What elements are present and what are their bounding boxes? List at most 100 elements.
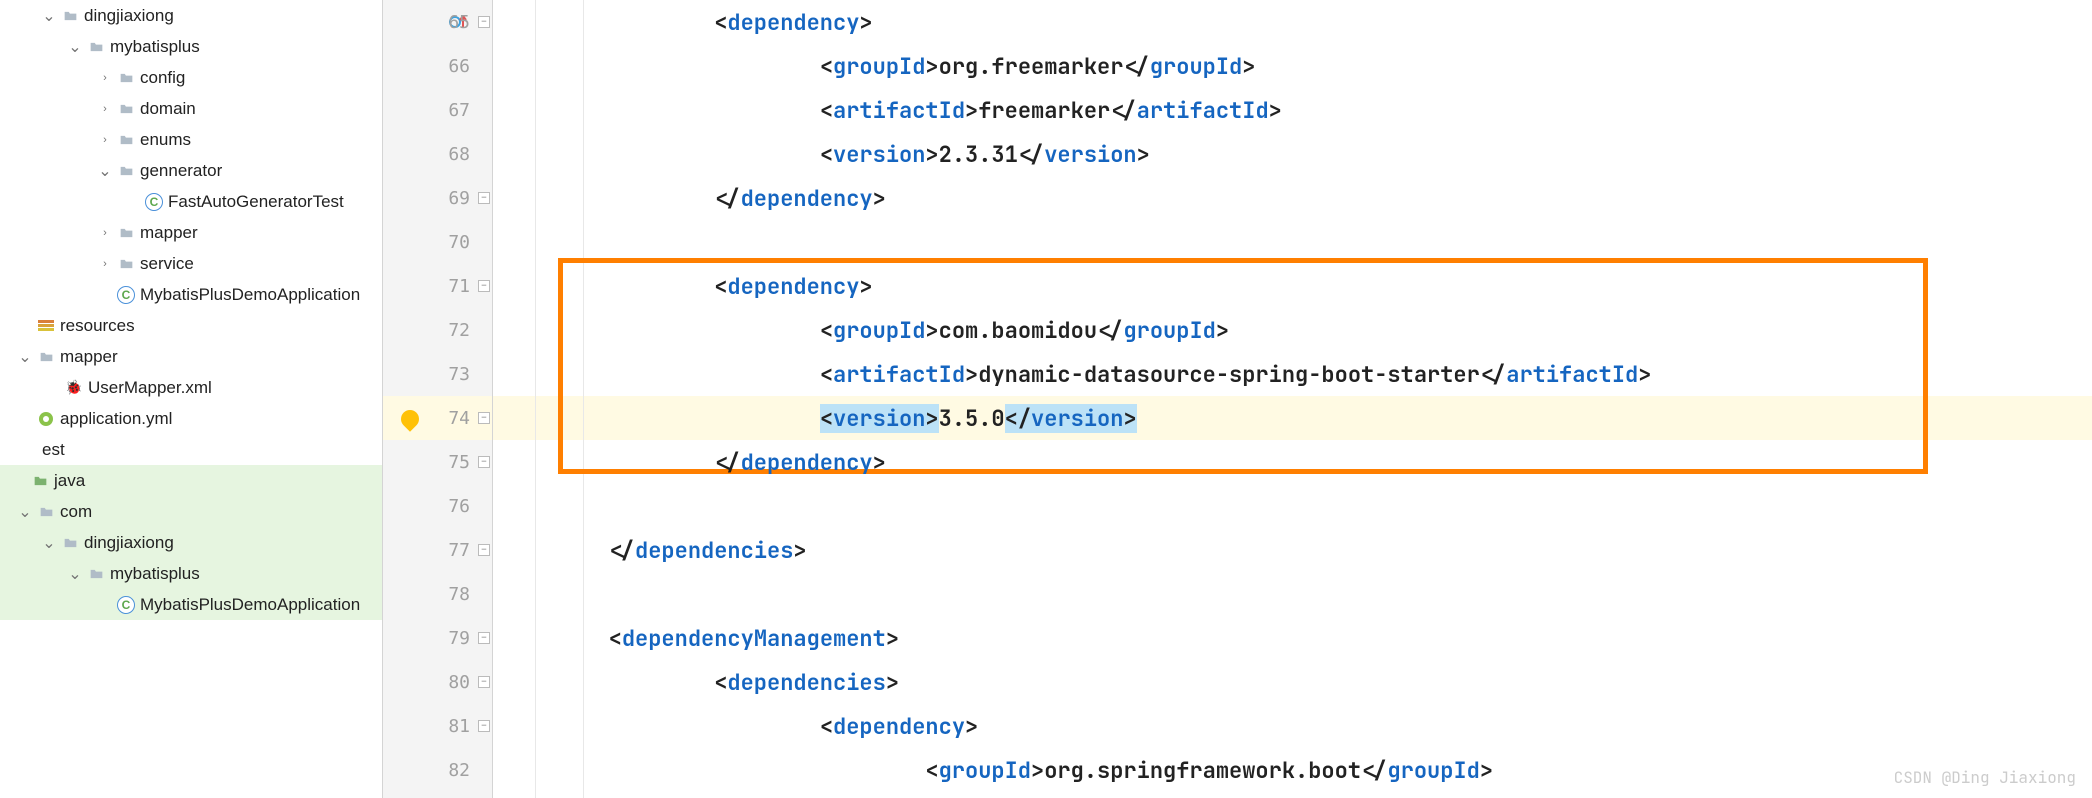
tree-item-label: service	[140, 254, 194, 274]
code-line[interactable]	[493, 484, 503, 528]
code-line[interactable]	[493, 572, 503, 616]
fold-icon[interactable]: −	[478, 632, 490, 644]
tree-item[interactable]: ›domain	[0, 93, 382, 124]
folder-icon	[86, 564, 106, 584]
expand-arrow-icon[interactable]: ›	[98, 72, 112, 84]
expand-arrow-icon[interactable]: ›	[98, 103, 112, 115]
fold-icon[interactable]: −	[478, 456, 490, 468]
folder-icon	[116, 254, 136, 274]
line-number: 82	[383, 748, 492, 792]
code-line[interactable]	[493, 220, 503, 264]
line-number: 75−	[383, 440, 492, 484]
folder-icon	[116, 99, 136, 119]
class-icon: C	[144, 192, 164, 212]
expand-arrow-icon[interactable]: ›	[98, 258, 112, 270]
project-tree[interactable]: ⌄dingjiaxiong⌄mybatisplus›config›domain›…	[0, 0, 383, 798]
line-number: 73	[383, 352, 492, 396]
folder-icon	[116, 161, 136, 181]
expand-arrow-icon[interactable]: ⌄	[68, 37, 82, 57]
expand-arrow-icon[interactable]: ⌄	[18, 347, 32, 367]
code-line[interactable]: </dependency>	[493, 440, 886, 484]
intention-bulb-icon[interactable]	[397, 406, 422, 431]
code-line[interactable]: </dependencies>	[493, 528, 807, 572]
tree-item[interactable]: ⌄ dingjiaxiong	[0, 0, 382, 31]
code-line[interactable]: <groupId>org.springframework.boot</group…	[493, 748, 1493, 792]
tree-item-label: FastAutoGeneratorTest	[168, 192, 344, 212]
code-line[interactable]: </dependency>	[493, 176, 886, 220]
code-line[interactable]: <version>3.5.0</version>	[493, 396, 1137, 440]
folder-icon	[116, 68, 136, 88]
line-number: 67	[383, 88, 492, 132]
tree-item-label: java	[54, 471, 85, 491]
code-line[interactable]: <dependency>	[493, 704, 978, 748]
fold-icon[interactable]: −	[478, 412, 490, 424]
tree-item[interactable]: ⌄gennerator	[0, 155, 382, 186]
line-number: 71−	[383, 264, 492, 308]
folder-icon	[36, 347, 56, 367]
expand-arrow-icon[interactable]: ⌄	[98, 161, 112, 181]
tree-item[interactable]: est	[0, 434, 382, 465]
tree-item[interactable]: 🐞UserMapper.xml	[0, 372, 382, 403]
tree-item[interactable]: CMybatisPlusDemoApplication	[0, 279, 382, 310]
line-number: 79−	[383, 616, 492, 660]
line-number: 69−	[383, 176, 492, 220]
expand-arrow-icon[interactable]: ⌄	[42, 533, 56, 553]
tree-item[interactable]: resources	[0, 310, 382, 341]
tree-item-label: dingjiaxiong	[84, 533, 174, 553]
tree-item[interactable]: ⌄com	[0, 496, 382, 527]
fold-icon[interactable]: −	[478, 720, 490, 732]
tree-item[interactable]: › service	[0, 248, 382, 279]
folder-icon	[60, 533, 80, 553]
line-number: 72	[383, 308, 492, 352]
fold-icon[interactable]: −	[478, 544, 490, 556]
tree-item-label: mapper	[140, 223, 198, 243]
code-line[interactable]: <artifactId>dynamic-datasource-spring-bo…	[493, 352, 1651, 396]
tree-item[interactable]: › config	[0, 62, 382, 93]
fold-icon[interactable]: −	[478, 676, 490, 688]
tree-item[interactable]: CFastAutoGeneratorTest	[0, 186, 382, 217]
tree-item-label: resources	[60, 316, 135, 336]
line-number: 77−	[383, 528, 492, 572]
tree-item[interactable]: ⌄mybatisplus	[0, 558, 382, 589]
tree-item[interactable]: ⌄ dingjiaxiong	[0, 527, 382, 558]
tree-item-label: UserMapper.xml	[88, 378, 212, 398]
tree-item[interactable]: ⌄ mybatisplus	[0, 31, 382, 62]
folder-icon	[30, 471, 50, 491]
class-icon: C	[116, 595, 136, 615]
tree-item[interactable]: › mapper	[0, 217, 382, 248]
expand-arrow-icon[interactable]: ›	[98, 134, 112, 146]
expand-arrow-icon[interactable]: ›	[98, 227, 112, 239]
yml-file-icon	[36, 409, 56, 429]
tree-item[interactable]: ⌄ mapper	[0, 341, 382, 372]
resources-icon	[36, 316, 56, 336]
tree-item-label: MybatisPlusDemoApplication	[140, 285, 360, 305]
expand-arrow-icon[interactable]: ⌄	[42, 6, 56, 26]
tree-item[interactable]: java	[0, 465, 382, 496]
line-number: 78	[383, 572, 492, 616]
code-line[interactable]: <dependency>	[493, 0, 873, 44]
tree-item[interactable]: application.yml	[0, 403, 382, 434]
fold-icon[interactable]: −	[478, 280, 490, 292]
expand-arrow-icon[interactable]: ⌄	[68, 564, 82, 584]
tree-item[interactable]: CMybatisPlusDemoApplication	[0, 589, 382, 620]
code-line[interactable]: <dependencies>	[493, 660, 899, 704]
expand-arrow-icon[interactable]: ⌄	[18, 502, 32, 522]
code-line[interactable]: <dependency>	[493, 264, 873, 308]
fold-icon[interactable]: −	[478, 16, 490, 28]
tree-item[interactable]: ›enums	[0, 124, 382, 155]
line-number: 65−	[383, 0, 492, 44]
code-line[interactable]: <artifactId>freemarker</artifactId>	[493, 88, 1282, 132]
code-editor[interactable]: CSDN @Ding Jiaxiong <dependency> <groupI…	[493, 0, 2092, 798]
tree-item-label: est	[42, 440, 65, 460]
folder-icon	[86, 37, 106, 57]
tree-item-label: dingjiaxiong	[84, 6, 174, 26]
fold-icon[interactable]: −	[478, 192, 490, 204]
code-line[interactable]: <version>2.3.31</version>	[493, 132, 1150, 176]
folder-icon	[116, 223, 136, 243]
tree-item-label: config	[140, 68, 185, 88]
code-line[interactable]: <groupId>com.baomidou</groupId>	[493, 308, 1229, 352]
code-line[interactable]: <groupId>org.freemarker</groupId>	[493, 44, 1255, 88]
tree-item-label: mapper	[60, 347, 118, 367]
tree-item-label: mybatisplus	[110, 37, 200, 57]
code-line[interactable]: <dependencyManagement>	[493, 616, 899, 660]
